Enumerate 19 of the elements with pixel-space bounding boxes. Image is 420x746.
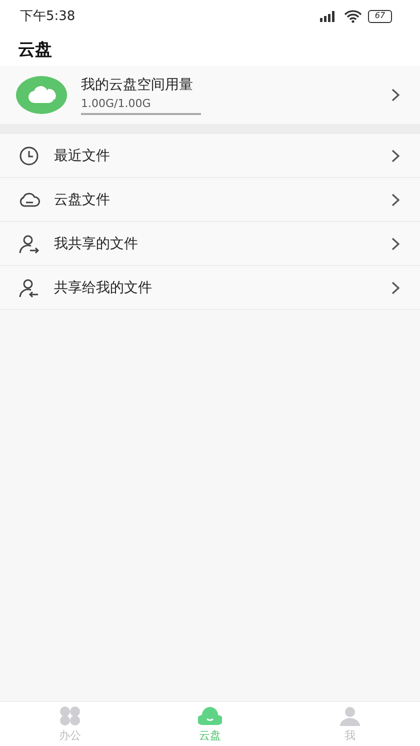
clock-icon xyxy=(18,146,40,166)
battery-icon: 67 xyxy=(368,10,392,22)
chevron-icon xyxy=(391,280,400,294)
user-arrow-icon xyxy=(18,234,40,254)
storage-usage: 1.00G/1.00G xyxy=(81,96,152,110)
wifi-icon xyxy=(344,10,362,22)
chevron-icon xyxy=(391,236,400,250)
grid-icon xyxy=(58,706,82,726)
storage-title: 我的云盘空间用量 xyxy=(81,76,194,94)
cloud-icon xyxy=(198,706,222,726)
chevron-icon xyxy=(391,148,400,162)
page-title: 云盘 xyxy=(18,38,52,60)
chevron-icon xyxy=(391,192,400,206)
person-icon xyxy=(338,706,362,726)
cloud-icon xyxy=(16,76,67,114)
chevron-icon xyxy=(391,88,400,102)
storage-card[interactable]: 我的云盘空间用量 1.00G/1.00G xyxy=(0,66,420,124)
user-arrow-icon xyxy=(18,278,40,298)
status-time: 下午5:38 xyxy=(20,8,76,25)
